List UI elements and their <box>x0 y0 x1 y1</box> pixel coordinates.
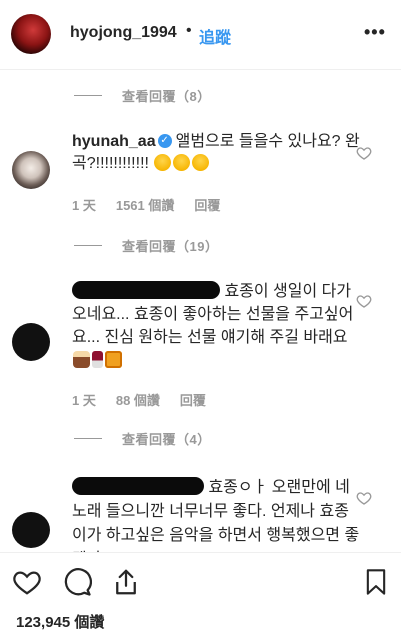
like-heart-icon[interactable] <box>356 490 372 506</box>
comment-avatar[interactable] <box>12 323 50 361</box>
view-replies-label: 查看回覆（19） <box>122 238 219 254</box>
like-heart-icon[interactable] <box>356 293 372 309</box>
divider-line <box>74 94 102 96</box>
redacted-username <box>72 477 204 496</box>
post-likes-count[interactable]: 123,945 個讚 <box>16 611 104 632</box>
profile-avatar[interactable] <box>11 14 51 54</box>
reply-button[interactable]: 回覆 <box>180 390 206 409</box>
comment-text: 효종이 생일이 다가오네요... 효종이 좋아하는 선물을 주고싶어요... 진… <box>72 280 362 372</box>
divider-line <box>74 244 102 246</box>
like-heart-icon[interactable] <box>356 145 372 161</box>
comment-likes[interactable]: 88 個讚 <box>116 390 160 409</box>
comment-username[interactable]: hyunah_aa <box>72 133 156 150</box>
reply-button[interactable]: 回覆 <box>194 195 220 214</box>
comment-text: 효종ㅇㅏ 오랜만에 네 노래 들으니깐 너무너무 좋다. 언제나 효종이가 하고… <box>72 476 362 552</box>
comment-likes[interactable]: 1561 個讚 <box>116 195 175 214</box>
divider-line <box>74 437 102 439</box>
comment-time: 1 天 <box>72 198 96 213</box>
view-replies-label: 查看回覆（8） <box>122 88 211 104</box>
bookmark-icon[interactable] <box>362 567 390 597</box>
redacted-username <box>72 281 220 300</box>
view-replies-button[interactable]: 查看回覆（8） <box>74 85 211 105</box>
share-upload-icon[interactable] <box>111 567 141 597</box>
cake-emoji-icon <box>73 350 90 368</box>
view-replies-button[interactable]: 查看回覆（4） <box>74 428 211 448</box>
header-username[interactable]: hyojong_1994 <box>70 24 177 42</box>
wine-emoji-icon <box>92 350 103 368</box>
smile-emoji-icon <box>192 153 210 171</box>
view-replies-button[interactable]: 查看回覆（19） <box>74 235 218 255</box>
comment-bubble-icon[interactable] <box>62 567 92 597</box>
post-header: hyojong_1994 • 追蹤 ••• <box>0 0 401 70</box>
smile-emoji-icon <box>154 153 172 171</box>
comment-avatar[interactable] <box>12 512 50 548</box>
follow-button[interactable]: 追蹤 <box>199 24 231 48</box>
comment-meta: 1 天 88 個讚 回覆 <box>72 390 206 409</box>
separator-dot: • <box>186 22 192 39</box>
more-options-icon[interactable]: ••• <box>364 22 386 43</box>
like-heart-icon[interactable] <box>12 567 42 597</box>
comment-time: 1 天 <box>72 393 96 408</box>
comment-meta: 1 天 1561 個讚 回覆 <box>72 195 220 214</box>
gift-emoji-icon <box>105 350 122 368</box>
view-replies-label: 查看回覆（4） <box>122 431 211 447</box>
comment-text: hyunah_aa ✓ 앨범으로 들을수 있나요? 완곡?!!!!!!!!!!!! <box>72 131 362 175</box>
verified-badge-icon: ✓ <box>157 133 172 148</box>
smile-emoji-icon <box>173 153 191 171</box>
comment-avatar[interactable] <box>12 151 50 189</box>
post-actions-bar: 123,945 個讚 <box>0 552 401 632</box>
